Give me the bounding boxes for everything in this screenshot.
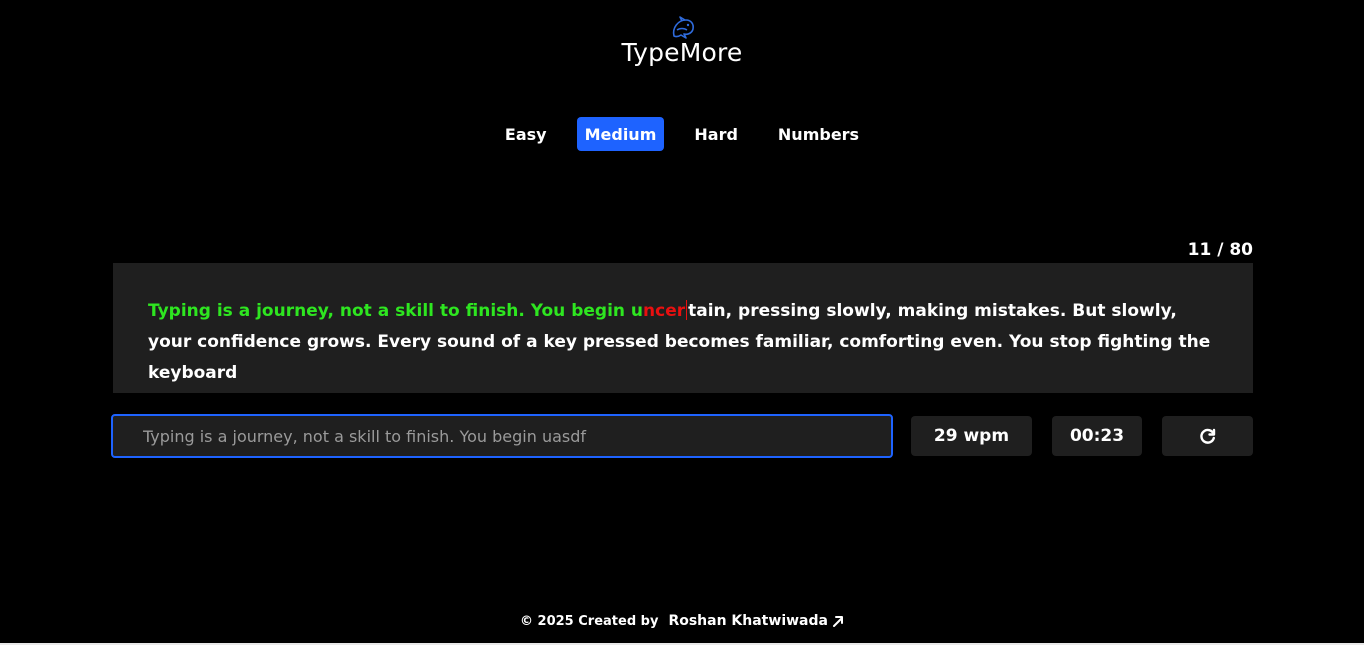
logo: TypeMore xyxy=(0,14,1364,67)
text-caret xyxy=(686,300,688,320)
tab-numbers[interactable]: Numbers xyxy=(770,117,867,151)
app-page: TypeMore Easy Medium Hard Numbers 11 / 8… xyxy=(0,0,1364,645)
author-name: Roshan Khatwiwada xyxy=(668,613,828,629)
typing-input[interactable] xyxy=(111,414,893,458)
footer: © 2025 Created by Roshan Khatwiwada xyxy=(0,613,1364,629)
controls-row: 29 wpm 00:23 xyxy=(111,414,1253,458)
arrow-up-right-icon xyxy=(832,616,843,627)
tab-easy[interactable]: Easy xyxy=(497,117,555,151)
typing-passage: Typing is a journey, not a skill to fini… xyxy=(113,263,1253,393)
app-title: TypeMore xyxy=(621,38,743,67)
copyright-text: © 2025 Created by xyxy=(520,613,659,629)
difficulty-tabs: Easy Medium Hard Numbers xyxy=(0,117,1364,151)
typed-wrong-text: ncer xyxy=(643,301,686,321)
wpm-display: 29 wpm xyxy=(911,416,1032,456)
timer-display: 00:23 xyxy=(1052,416,1142,456)
tab-medium[interactable]: Medium xyxy=(576,117,665,151)
refresh-icon xyxy=(1199,428,1215,444)
author-link[interactable]: Roshan Khatwiwada xyxy=(668,613,844,629)
tab-hard[interactable]: Hard xyxy=(686,117,746,151)
word-progress: 11 / 80 xyxy=(1187,240,1253,260)
reset-button[interactable] xyxy=(1162,416,1253,456)
typed-correct-text: Typing is a journey, not a skill to fini… xyxy=(148,301,644,321)
